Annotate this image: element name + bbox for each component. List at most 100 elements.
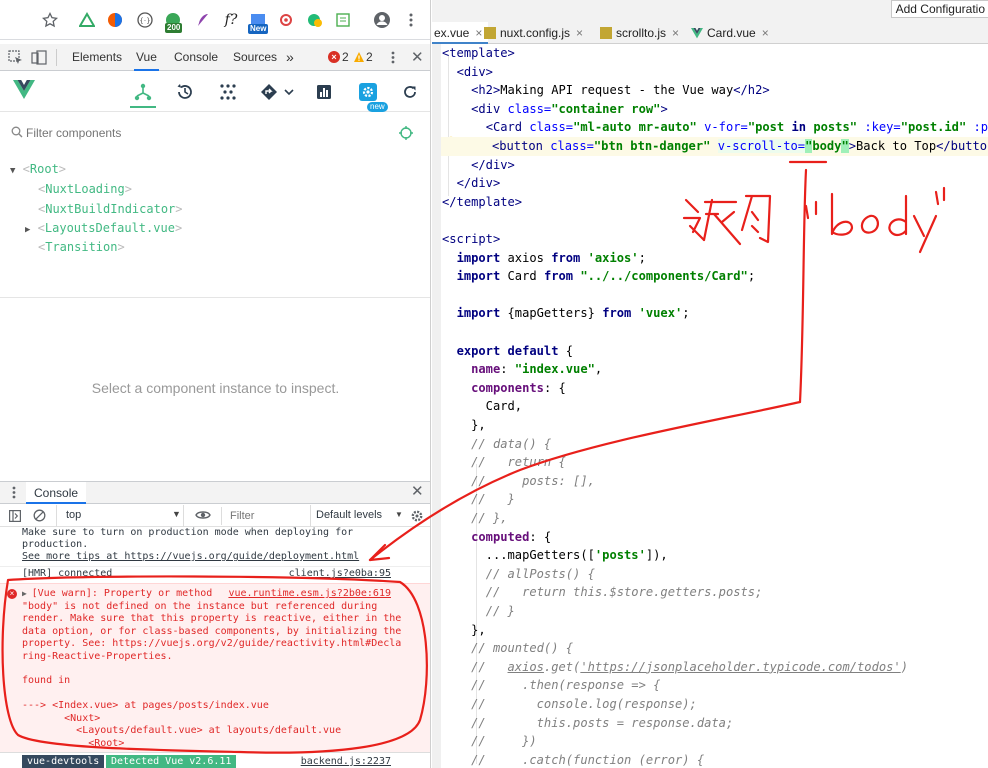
tab-elements[interactable]: Elements: [72, 44, 122, 71]
console-toolbar: top ▼ Default levels ▼: [0, 505, 430, 527]
source-link[interactable]: client.js?e0ba:95: [289, 568, 391, 581]
code-line: <script>: [442, 232, 501, 246]
tree-node[interactable]: <Transition>: [38, 238, 125, 257]
code-line-highlighted: <button class="btn btn-danger" v-scroll-…: [441, 137, 988, 156]
source-link[interactable]: backend.js:2237: [301, 755, 391, 768]
code-line: components: {: [471, 380, 566, 395]
devtools-menu-icon[interactable]: [391, 51, 395, 67]
close-tab-icon[interactable]: ×: [475, 26, 482, 40]
console-message-link[interactable]: See more tips at https://vuejs.org/guide…: [0, 551, 430, 564]
device-toolbar-icon[interactable]: [31, 50, 47, 68]
vue-logo-icon: [13, 80, 35, 103]
error-icon[interactable]: ×: [328, 51, 340, 63]
tab-sources[interactable]: Sources: [233, 44, 277, 71]
code-extension-icon[interactable]: {·}: [135, 10, 155, 30]
tab-vue[interactable]: Vue: [134, 44, 159, 71]
filter-components-input[interactable]: [26, 123, 376, 143]
log-levels-select[interactable]: Default levels ▼: [310, 505, 404, 527]
tab-nuxt-config[interactable]: nuxt.config.js ×: [484, 22, 583, 44]
code-line: // axios.get('https://jsonplaceholder.ty…: [471, 659, 908, 674]
http-status-extension-icon[interactable]: 200: [163, 10, 183, 33]
close-devtools-icon[interactable]: ✕: [411, 50, 424, 65]
js-file-icon: [484, 27, 496, 39]
document-extension-icon[interactable]: [333, 10, 353, 30]
drawer-menu-icon[interactable]: [12, 486, 16, 502]
sidebar-toggle-icon[interactable]: [9, 510, 22, 525]
code-line: // mounted() {: [471, 641, 574, 656]
tab-index-vue[interactable]: ex.vue ×: [432, 22, 489, 44]
ide-toolbar: Add Configuratio: [432, 0, 988, 22]
refresh-icon[interactable]: [397, 80, 423, 104]
console-message: production.: [22, 539, 89, 550]
console-message: Make sure to turn on production mode whe…: [22, 527, 354, 538]
star-icon[interactable]: [40, 10, 60, 30]
routing-dropdown-icon[interactable]: [258, 80, 298, 104]
live-expression-eye-icon[interactable]: [195, 509, 211, 524]
context-value: top: [66, 509, 82, 521]
code-line: <div>: [456, 64, 493, 79]
warn-line: data option, or for class-based componen…: [22, 625, 402, 637]
code-editor[interactable]: <template> <div> <h2>Making API request …: [441, 44, 988, 768]
trace-line: ---> <Index.vue> at pages/posts/index.vu…: [22, 700, 269, 711]
globe-extension-icon[interactable]: [305, 10, 325, 30]
collapse-arrow-icon[interactable]: ▶: [25, 225, 30, 235]
gear-extension-icon[interactable]: [276, 10, 296, 30]
code-line: // }): [471, 734, 537, 749]
code-line: // .then(response => {: [471, 678, 661, 693]
tab-scrollto[interactable]: scrollto.js ×: [600, 22, 679, 44]
inspect-element-icon[interactable]: [8, 50, 23, 68]
clear-console-icon[interactable]: [33, 509, 46, 525]
error-count[interactable]: 2: [342, 44, 349, 71]
close-tab-icon[interactable]: ×: [576, 26, 583, 40]
settings-tab-icon[interactable]: new: [355, 80, 388, 112]
console-status-line: vue-devtools Detected Vue v2.6.11 backen…: [0, 752, 430, 768]
warn-line-link[interactable]: property. See: https://vuejs.org/v2/guid…: [0, 638, 430, 651]
select-component-target-icon[interactable]: [399, 126, 413, 143]
components-tab-icon[interactable]: [130, 78, 156, 108]
warning-count[interactable]: 2: [366, 44, 373, 71]
more-tabs-button[interactable]: »: [286, 44, 294, 71]
browser-menu-icon[interactable]: [401, 10, 421, 30]
account-icon[interactable]: [372, 10, 392, 30]
performance-tab-icon[interactable]: [311, 80, 337, 104]
tab-console[interactable]: Console: [174, 44, 218, 71]
code-line: },: [442, 622, 486, 637]
close-tab-icon[interactable]: ×: [762, 26, 769, 40]
tab-console-drawer[interactable]: Console: [26, 482, 87, 504]
code-line: // posts: [],: [471, 473, 595, 488]
tree-node[interactable]: <NuxtBuildIndicator>: [38, 200, 183, 219]
ide-editor-pane: Add Configuratio ex.vue × nuxt.config.js ×…: [432, 0, 988, 768]
code-line: // },: [471, 511, 508, 525]
tree-node[interactable]: ▶ <LayoutsDefault.vue>: [25, 219, 182, 238]
source-link[interactable]: vue.runtime.esm.js?2b0e:619: [228, 588, 391, 601]
console-drawer: Console ✕ top ▼ Default levels ▼: [0, 481, 430, 768]
expand-arrow-icon[interactable]: ▼: [10, 166, 15, 176]
vuex-tab-icon[interactable]: [215, 80, 241, 104]
warning-icon[interactable]: [353, 51, 365, 66]
add-configuration-button[interactable]: Add Configuratio: [890, 0, 988, 18]
editor-tab-bar: ex.vue × nuxt.config.js × scrollto.js × Car…: [432, 22, 988, 44]
context-select[interactable]: top ▼: [56, 505, 184, 527]
feather-extension-icon[interactable]: [193, 10, 213, 30]
code-line: computed: {: [471, 529, 552, 544]
tree-node-root[interactable]: ▼ <Root>: [10, 160, 66, 179]
function-extension-icon[interactable]: f?: [221, 10, 241, 30]
tab-card-vue[interactable]: Card.vue ×: [691, 22, 769, 44]
timeline-tab-icon[interactable]: [172, 80, 198, 104]
dropdown-arrow-icon: ▼: [395, 510, 403, 519]
close-drawer-icon[interactable]: ✕: [411, 484, 424, 500]
dropdown-arrow-icon: ▼: [172, 509, 181, 519]
devtools-pane: {·} 200 f? New Elements Vue Console Sour…: [0, 0, 431, 768]
code-line: import Card from "../../components/Card"…: [456, 269, 756, 284]
console-settings-gear-icon[interactable]: [410, 509, 424, 526]
new-extension-icon[interactable]: New: [248, 10, 269, 34]
close-tab-icon[interactable]: ×: [672, 26, 679, 40]
found-in-label: found in: [22, 675, 71, 686]
console-filter-input[interactable]: [221, 507, 307, 525]
vue-extension-icon[interactable]: [77, 10, 97, 30]
warn-line: render. Make sure that this property is …: [22, 613, 402, 624]
tree-node[interactable]: <NuxtLoading>: [38, 180, 132, 199]
warn-line-link[interactable]: ring-Reactive-Properties.: [0, 651, 430, 664]
js-file-icon: [600, 27, 612, 39]
colorful-extension-icon[interactable]: [105, 10, 125, 30]
